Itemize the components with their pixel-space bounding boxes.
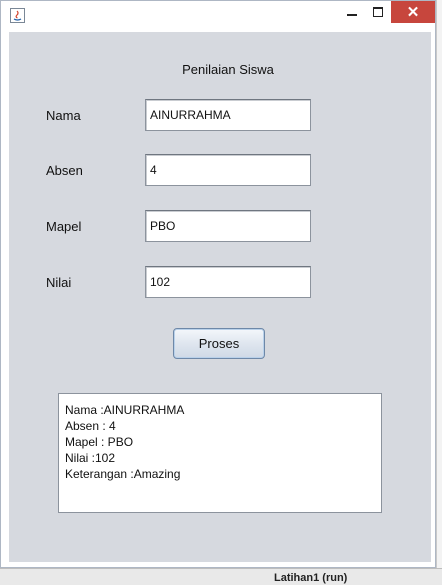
nama-input[interactable]: AINURRAHMA xyxy=(145,99,311,131)
maximize-icon xyxy=(373,7,383,17)
background-tab-label[interactable]: Latihan1 (run) xyxy=(274,572,347,584)
result-line: Nama :AINURRAHMA xyxy=(65,403,185,417)
minimize-icon xyxy=(347,14,357,16)
close-button[interactable]: ✕ xyxy=(391,1,435,23)
app-window: ✕ Penilaian Siswa Nama AINURRAHMA Absen … xyxy=(0,0,436,568)
form-title: Penilaian Siswa xyxy=(182,62,274,77)
absen-input[interactable]: 4 xyxy=(145,154,311,186)
proses-button[interactable]: Proses xyxy=(173,328,265,359)
result-line: Keterangan :Amazing xyxy=(65,467,181,481)
background-taskbar-strip: Latihan1 (run) xyxy=(0,568,442,585)
mapel-label: Mapel xyxy=(46,219,82,234)
nama-label: Nama xyxy=(46,108,81,123)
absen-label: Absen xyxy=(46,163,83,178)
minimize-button[interactable] xyxy=(339,1,365,23)
close-icon: ✕ xyxy=(406,3,420,21)
form-panel: Penilaian Siswa Nama AINURRAHMA Absen 4 … xyxy=(9,32,431,562)
title-bar[interactable]: ✕ xyxy=(1,1,435,29)
result-textarea[interactable]: Nama :AINURRAHMA Absen : 4 Mapel : PBO N… xyxy=(58,393,382,513)
background-window-edge xyxy=(436,0,442,584)
result-line: Mapel : PBO xyxy=(65,435,134,449)
nilai-label: Nilai xyxy=(46,275,72,290)
nilai-input[interactable]: 102 xyxy=(145,266,311,298)
result-line: Absen : 4 xyxy=(65,419,116,433)
mapel-input[interactable]: PBO xyxy=(145,210,311,242)
java-app-icon xyxy=(10,8,25,23)
result-line: Nilai :102 xyxy=(65,451,116,465)
maximize-button[interactable] xyxy=(365,1,391,23)
